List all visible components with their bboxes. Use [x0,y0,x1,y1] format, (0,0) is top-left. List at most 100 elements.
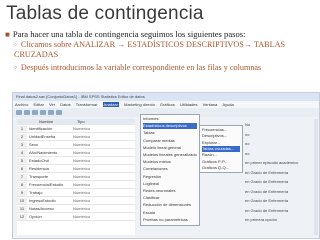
table-row[interactable]: 6 Residencia Numérico [17,166,135,173]
value-cell: en Grado de Enfermería [245,198,289,203]
bullet-main: ■ Para hacer una tabla de contingencia se… [5,29,317,40]
analyze-menu-item[interactable]: Escala [143,210,197,216]
menu-datos[interactable]: Datos [60,102,70,107]
variable-type: Numérico [73,182,91,187]
variable-type: Numérico [73,158,91,163]
menubar: Archivo Editar Ver Datos Transformar Ana… [13,101,319,108]
menu-analizar[interactable]: Analizar [102,102,119,107]
analyze-menu-item[interactable]: Clasificar [143,195,197,201]
descriptives-submenu: Frecuencias... Descriptivos... Explorar...… [199,125,243,173]
variable-type: Numérico [73,206,91,211]
variable-name: Trabajo [29,190,43,195]
variable-type: Numérico [73,134,91,139]
descriptives-menu-item[interactable]: Frecuencias... [202,127,240,133]
table-row[interactable]: 12 Opción Numérico [17,214,135,221]
variable-type: Numérico [73,214,91,219]
analyze-menu-item[interactable]: Modelo lineal general [143,145,197,151]
open-icon[interactable] [16,110,22,115]
bullet-sub-1: ◦ Clicamos sobre ANALIZAR → ESTADÍSTICOS … [14,40,314,59]
bullet-sub-1-text: Clicamos sobre ANALIZAR → ESTADÍSTICOS D… [14,40,286,59]
table-row[interactable]: 1 Identificación Numérico [17,126,135,133]
menu-archivo[interactable]: Archivo [15,102,28,107]
analyze-menu: Informes Estadísticos descriptivos Tablas C… [140,114,200,226]
analyze-menu-item[interactable]: Redes neuronales [143,188,197,194]
table-row[interactable]: 3 Sexo Numérico [17,142,135,149]
variable-type: Numérico [73,174,91,179]
descriptives-menu-item[interactable]: Razón... [202,152,240,158]
row-number: 8 [17,182,27,188]
analyze-menu-item[interactable]: Loglineal [143,181,197,187]
variable-type: Numérico [73,198,91,203]
menu-transformar[interactable]: Transformar [76,102,98,107]
variable-name: Identificación [29,126,53,131]
grid-header-type: Tipo [77,119,85,124]
descriptives-menu-item[interactable]: Explorar... [202,140,240,146]
menu-marketing[interactable]: Marketing directo [124,102,155,107]
variable-name: Transporte [29,174,49,179]
save-icon[interactable] [24,110,30,115]
bullet-icon: ■ [5,30,10,39]
row-number: 1 [17,126,27,132]
descriptives-menu-item[interactable]: Tablas cruzadas... [202,145,240,152]
descriptives-menu-item[interactable]: Descriptivos... [202,133,240,139]
menu-ayuda[interactable]: Ayuda [222,102,233,107]
table-row[interactable]: 9 Trabajo Numérico [17,190,135,197]
table-row[interactable]: 11 Notas/Acceso Numérico [17,206,135,213]
variable-name: UnidadEnseña [29,134,56,139]
variable-type: Numérico [73,126,91,131]
undo-icon[interactable] [48,110,54,115]
value-cell: en Grado de Enfermería [245,179,289,184]
analyze-menu-item[interactable]: Modelos mixtos [143,159,197,165]
print-icon[interactable] [32,110,38,115]
menu-ver[interactable]: Ver [49,102,55,107]
variable-name: Año/Nacimiento [29,150,58,155]
value-cell: en Grado de Enfermería [245,188,289,194]
slide: Tablas de contingencia ■ Para hacer una t… [0,0,320,240]
menu-graficos[interactable]: Gráficos [160,102,175,107]
variable-name: Notas/Acceso [29,206,54,211]
descriptives-menu-item[interactable]: Gráficos Q-Q... [202,165,240,171]
bullet-sub-2-text: Después introducimos la variable corresp… [20,63,262,72]
table-row[interactable]: 10 IngresoEstudio Numérico [17,198,135,205]
row-number: 7 [17,174,27,180]
value-cell: en Grado de Enfermería [245,169,289,175]
table-row[interactable]: 4 Año/Nacimiento Numérico [17,150,135,157]
analyze-menu-item[interactable]: Correlaciones [143,166,197,172]
analyze-menu-item[interactable]: Reducción de dimensiones [143,202,197,208]
analyze-menu-item[interactable]: Estadísticos descriptivos [143,123,197,130]
redo-icon[interactable] [56,110,62,115]
grid-header-name: Nombre [39,119,54,124]
table-row[interactable]: 8 Frecuencia/Estudio Numérico [17,182,135,189]
vertical-scrollbar[interactable] [314,119,318,235]
value-cell: No [245,122,251,127]
variable-type: Numérico [73,190,91,195]
variable-name: EstadoCivil [29,158,50,163]
spss-screenshot: Final datos2.sav [ConjuntoDatos1] - IBM … [12,92,320,239]
variable-name: Frecuencia/Estudio [29,182,64,187]
bullet-main-text: Para hacer una tabla de contingencia seg… [12,29,246,39]
table-row[interactable]: 5 EstadoCivil Numérico [17,158,135,165]
analyze-menu-item[interactable]: Regresión [143,174,197,180]
row-number: 10 [17,198,27,204]
analyze-menu-item[interactable]: Pruebas no paramétricas [143,217,197,223]
variable-name: IngresoEstudio [29,198,56,203]
analyze-menu-item[interactable]: Comparar medias [143,138,197,144]
descriptives-menu-item[interactable]: Gráficos P-P... [202,159,240,165]
table-row[interactable]: 7 Transporte Numérico [17,174,135,181]
variable-name: Opción [29,214,42,219]
analyze-menu-item[interactable]: Tablas [143,130,197,136]
row-number: 6 [17,166,27,172]
menu-editar[interactable]: Editar [33,102,43,107]
row-number: 4 [17,150,27,156]
menu-utilidades[interactable]: Utilidades [180,102,198,107]
row-number: 5 [17,158,27,164]
variable-name: Sexo [29,142,39,147]
dialog-recall-icon[interactable] [40,110,46,115]
slide-title: Tablas de contingencia [6,3,204,24]
value-cell: no [245,141,250,146]
row-number: 11 [17,206,27,212]
menu-ventana[interactable]: Ventana [203,102,218,107]
table-row[interactable]: 2 UnidadEnseña Numérico [17,134,135,141]
analyze-menu-item[interactable]: Informes [143,116,197,122]
analyze-menu-item[interactable]: Modelos lineales generalizados [143,152,197,158]
